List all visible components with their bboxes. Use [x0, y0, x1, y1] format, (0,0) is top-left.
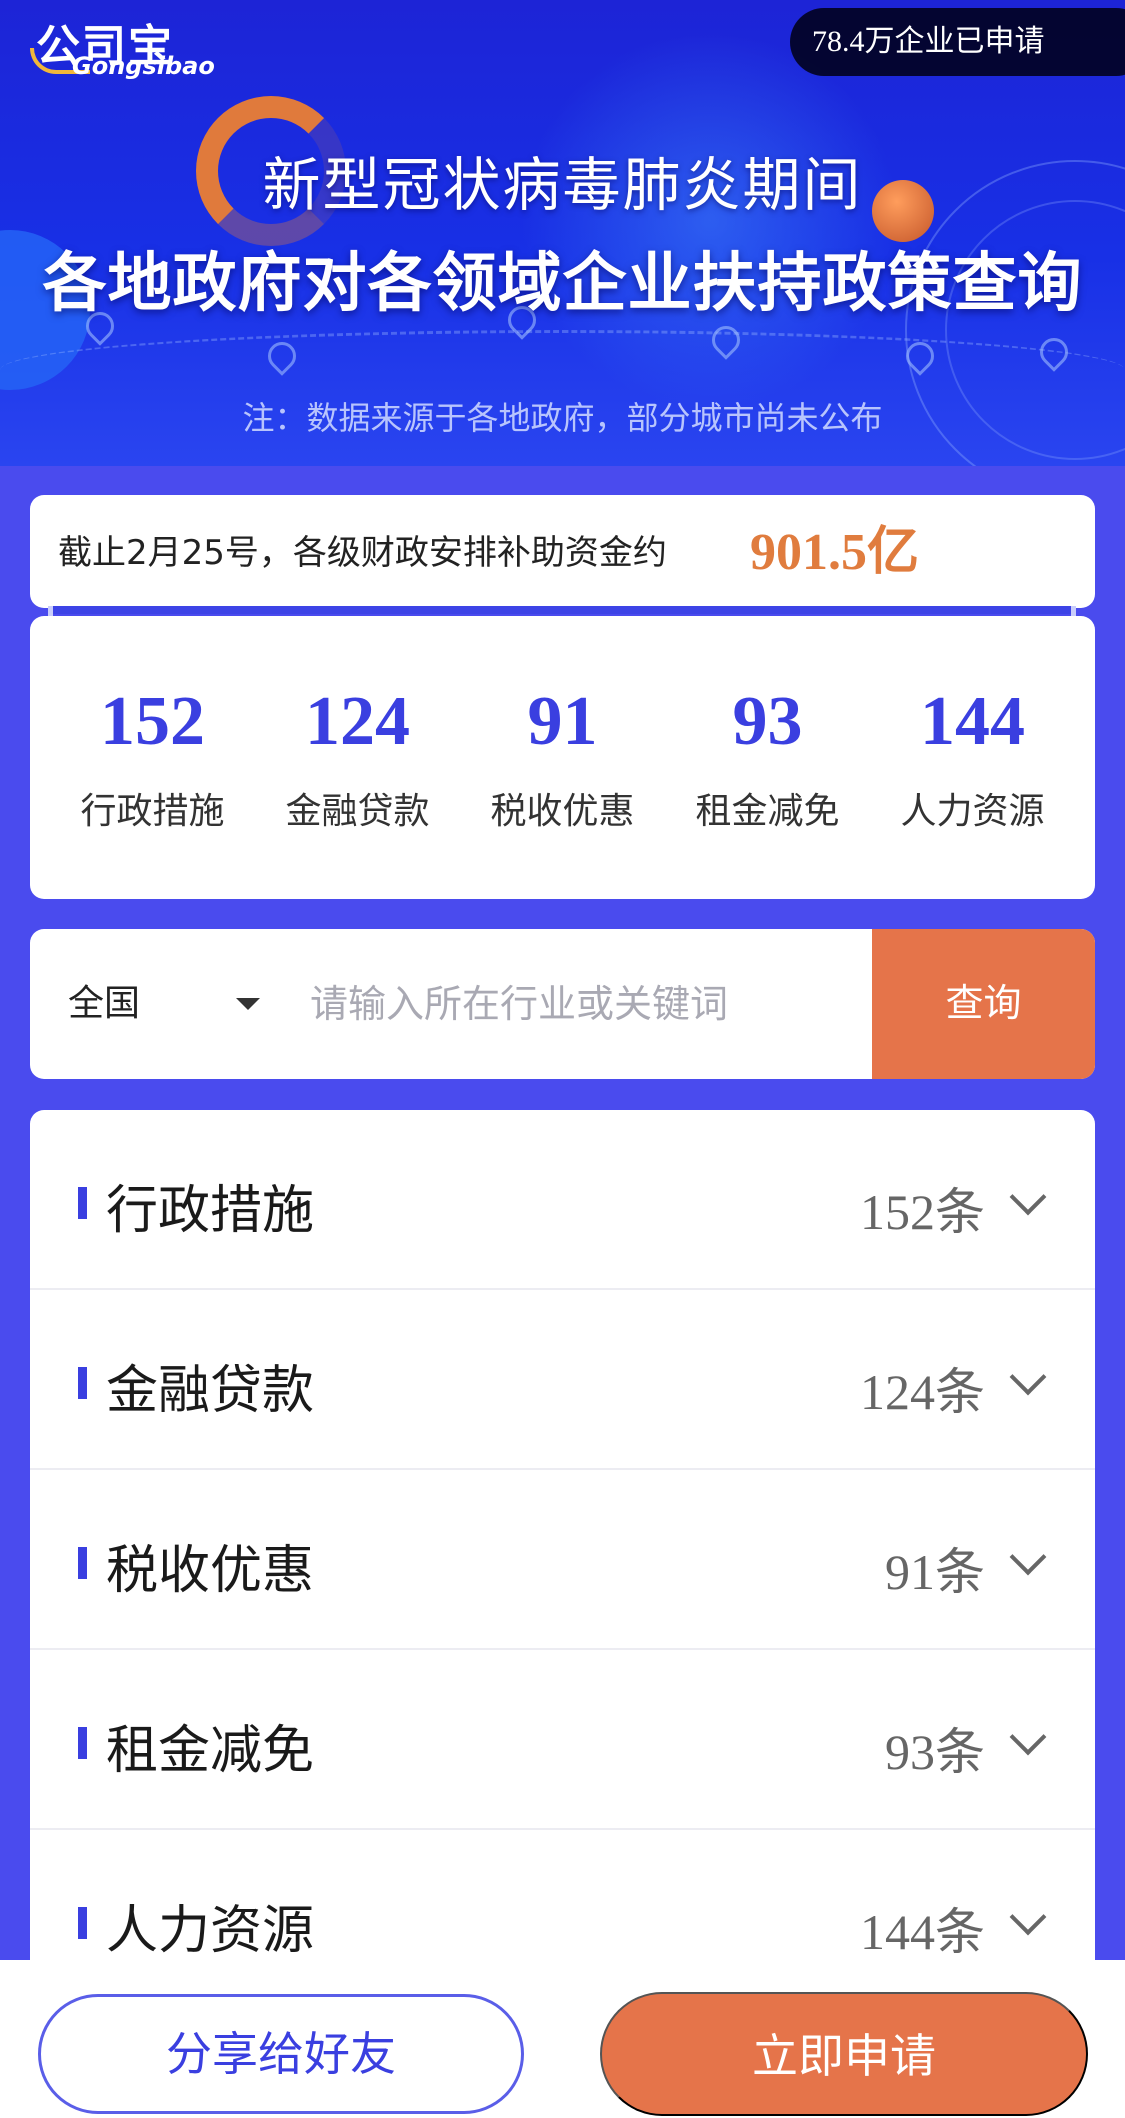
card-connector-bar — [53, 606, 1071, 614]
stat-tax-relief[interactable]: 91 税收优惠 — [468, 682, 658, 834]
category-name: 税收优惠 — [106, 1541, 315, 1601]
banner-title-line1: 新型冠状病毒肺炎期间 — [262, 151, 863, 219]
search-bar: 全国 查询 — [30, 929, 1095, 1079]
chevron-down-icon[interactable] — [1009, 1538, 1047, 1576]
category-name: 行政措施 — [106, 1181, 315, 1241]
bottom-action-bar: 分享给好友 立即申请 — [0, 1960, 1125, 2118]
stat-value: 144 — [920, 682, 1025, 760]
category-marker — [78, 1547, 87, 1579]
apply-now-button[interactable]: 立即申请 — [600, 1992, 1088, 2116]
logo-subtext: Gongsibao — [72, 52, 215, 80]
stat-administrative[interactable]: 152 行政措施 — [58, 682, 248, 834]
category-count: 152条 — [860, 1184, 985, 1240]
category-count: 124条 — [860, 1364, 985, 1420]
stat-label: 租金减免 — [695, 790, 840, 832]
category-item-tax-relief[interactable]: 税收优惠 91条 — [30, 1470, 1095, 1650]
stat-label: 税收优惠 — [490, 790, 635, 832]
stat-label: 行政措施 — [80, 790, 225, 832]
funding-amount: 901.5亿 — [750, 524, 920, 581]
category-count: 93条 — [885, 1724, 985, 1780]
stat-label: 人力资源 — [900, 790, 1045, 832]
stat-value: 93 — [732, 682, 803, 760]
category-count: 144条 — [860, 1904, 985, 1960]
brand-logo[interactable]: 公司宝 Gongsibao — [30, 10, 220, 80]
category-marker — [78, 1367, 87, 1399]
category-name: 租金减免 — [106, 1721, 315, 1781]
funding-text: 截止2月25号，各级财政安排补助资金约 — [58, 533, 667, 573]
stat-rent-reduction[interactable]: 93 租金减免 — [673, 682, 863, 834]
category-marker — [78, 1727, 87, 1759]
category-name: 人力资源 — [106, 1901, 315, 1961]
page-title: 各地政府对各领域企业扶持政策查询 — [42, 247, 1083, 321]
search-input[interactable] — [310, 969, 870, 1039]
category-item-finance-loans[interactable]: 金融贷款 124条 — [30, 1290, 1095, 1470]
header-banner: 公司宝 Gongsibao 78.4万企业已申请 新型冠状病毒肺炎期间 各地政府… — [0, 0, 1125, 466]
category-count: 91条 — [885, 1544, 985, 1600]
chevron-down-icon[interactable] — [1009, 1898, 1047, 1936]
chevron-down-icon[interactable] — [1009, 1178, 1047, 1216]
search-button[interactable]: 查询 — [872, 929, 1095, 1079]
stat-value: 91 — [527, 682, 598, 760]
category-marker — [78, 1907, 87, 1939]
share-button[interactable]: 分享给好友 — [38, 1994, 524, 2114]
region-select[interactable]: 全国 — [68, 929, 140, 1079]
stat-label: 金融贷款 — [285, 790, 430, 832]
category-item-rent-reduction[interactable]: 租金减免 93条 — [30, 1650, 1095, 1830]
chevron-down-icon[interactable] — [1009, 1718, 1047, 1756]
category-name: 金融贷款 — [106, 1361, 315, 1421]
stat-value: 124 — [305, 682, 410, 760]
caret-down-icon[interactable] — [236, 998, 260, 1010]
chevron-down-icon[interactable] — [1009, 1358, 1047, 1396]
category-item-administrative[interactable]: 行政措施 152条 — [30, 1110, 1095, 1290]
category-marker — [78, 1187, 87, 1219]
stat-human-resources[interactable]: 144 人力资源 — [878, 682, 1068, 834]
stat-value: 152 — [100, 682, 205, 760]
applied-count-badge: 78.4万企业已申请 — [790, 8, 1125, 76]
data-source-note: 注：数据来源于各地政府，部分城市尚未公布 — [242, 399, 883, 437]
funding-summary-card: 截止2月25号，各级财政安排补助资金约 901.5亿 — [30, 495, 1095, 608]
stat-finance-loans[interactable]: 124 金融贷款 — [263, 682, 453, 834]
policy-stats-card: 152 行政措施 124 金融贷款 91 税收优惠 93 租金减免 144 人力… — [30, 616, 1095, 899]
